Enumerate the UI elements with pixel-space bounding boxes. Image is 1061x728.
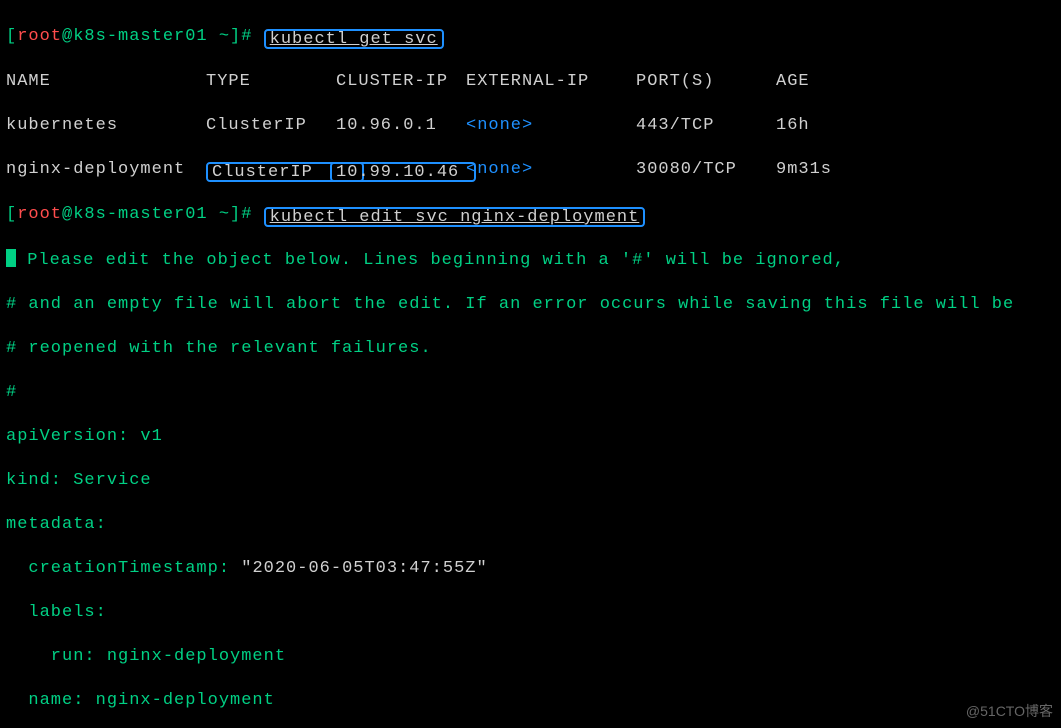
comment-text: reopened with the relevant failures.: [17, 339, 431, 358]
yaml-comment: # and an empty file will abort the edit.…: [6, 294, 1055, 316]
yaml-line: kind: Service: [6, 470, 1055, 492]
yaml-comment: #: [6, 382, 1055, 404]
yaml-labels: labels:: [6, 603, 107, 622]
command-box-2: kubectl edit svc nginx-deployment: [264, 207, 646, 227]
yaml-creationtimestamp-val: "2020-06-05T03:47:55Z": [241, 559, 487, 578]
prompt-path: ~: [219, 205, 230, 224]
row-ports: 30080/TCP: [636, 159, 776, 181]
yaml-creationtimestamp-key: creationTimestamp:: [6, 559, 241, 578]
row-cluster-ip: 10.96.0.1: [336, 115, 466, 137]
prompt-host: k8s-master01: [73, 205, 207, 224]
header-type: TYPE: [206, 71, 336, 93]
table-row: nginx-deploymentClusterIP 10.99.10.4610.…: [6, 159, 1055, 182]
yaml-line: run: nginx-deployment: [6, 646, 1055, 668]
row-external-ip: <none>: [466, 159, 636, 181]
prompt-user: root: [17, 205, 62, 224]
row-name: kubernetes: [6, 115, 206, 137]
yaml-line: creationTimestamp: "2020-06-05T03:47:55Z…: [6, 558, 1055, 580]
yaml-apiversion: apiVersion: v1: [6, 427, 163, 446]
row-age: 9m31s: [776, 159, 856, 181]
header-cluster-ip: CLUSTER-IP: [336, 71, 466, 93]
header-ports: PORT(S): [636, 71, 776, 93]
comment-text: Please edit the object below. Lines begi…: [16, 251, 845, 270]
comment-text: and an empty file will abort the edit. I…: [17, 295, 1014, 314]
watermark: @51CTO博客: [966, 700, 1053, 722]
yaml-comment: # reopened with the relevant failures.: [6, 338, 1055, 360]
row-age: 16h: [776, 115, 856, 137]
yaml-metadata: metadata:: [6, 515, 107, 534]
row-type: ClusterIP: [206, 115, 336, 137]
row-name: nginx-deployment: [6, 159, 206, 181]
row-type: ClusterIP: [212, 163, 313, 182]
row-external-ip: <none>: [466, 115, 636, 137]
yaml-comment: Please edit the object below. Lines begi…: [6, 249, 1055, 272]
command-1: kubectl get svc: [270, 30, 438, 49]
cursor: [6, 249, 16, 267]
row-type-boxed: ClusterIP 10.99.10.46: [206, 159, 336, 182]
prompt-path: ~: [219, 27, 230, 46]
row-cluster-ip-cell: 10.99.10.46: [336, 159, 466, 182]
header-name: NAME: [6, 71, 206, 93]
table-header: NAMETYPECLUSTER-IPEXTERNAL-IPPORT(S)AGE: [6, 71, 1055, 93]
yaml-kind: kind: Service: [6, 471, 152, 490]
prompt-host: k8s-master01: [73, 27, 207, 46]
table-row: kubernetesClusterIP10.96.0.1<none>443/TC…: [6, 115, 1055, 137]
yaml-line: name: nginx-deployment: [6, 690, 1055, 712]
prompt-line-1: [root@k8s-master01 ~]# kubectl get svc: [6, 26, 1055, 49]
header-external-ip: EXTERNAL-IP: [466, 71, 636, 93]
command-2: kubectl edit svc nginx-deployment: [270, 208, 640, 227]
row-ports: 443/TCP: [636, 115, 776, 137]
terminal[interactable]: [root@k8s-master01 ~]# kubectl get svc N…: [0, 0, 1061, 728]
yaml-line: labels:: [6, 602, 1055, 624]
yaml-line: apiVersion: v1: [6, 426, 1055, 448]
prompt-line-2: [root@k8s-master01 ~]# kubectl edit svc …: [6, 204, 1055, 227]
yaml-label-run: run: nginx-deployment: [6, 647, 286, 666]
yaml-name: name: nginx-deployment: [6, 691, 275, 710]
yaml-line: metadata:: [6, 514, 1055, 536]
command-box-1: kubectl get svc: [264, 29, 444, 49]
header-age: AGE: [776, 71, 856, 93]
prompt-user: root: [17, 27, 62, 46]
row-cluster-ip: 10.99.10.46: [336, 163, 459, 182]
